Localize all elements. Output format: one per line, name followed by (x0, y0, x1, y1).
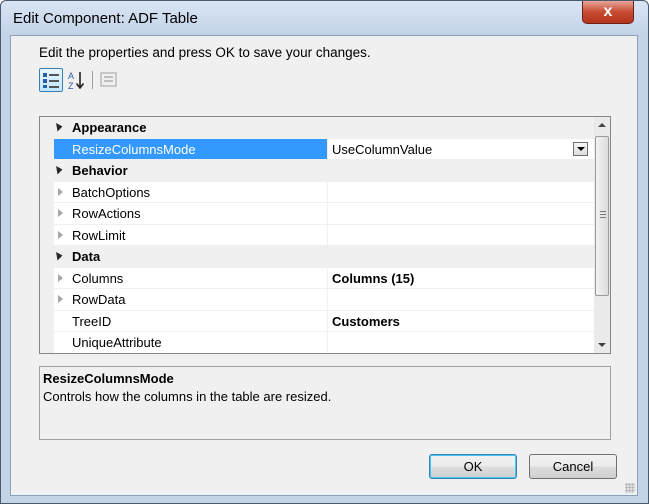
property-row[interactable]: TreeID Customers (40, 310, 594, 332)
property-name: UniqueAttribute (72, 335, 162, 350)
property-name: RowActions (72, 206, 141, 221)
categorized-icon (43, 73, 59, 88)
category-label: Behavior (72, 163, 128, 178)
close-button[interactable]: x (582, 1, 634, 24)
description-panel: ResizeColumnsMode Controls how the colum… (39, 366, 611, 440)
category-row[interactable]: Data (40, 246, 594, 268)
category-label: Appearance (72, 120, 147, 135)
property-row[interactable]: ResizeColumnsMode UseColumnValue (40, 138, 594, 160)
property-name: RowData (72, 292, 126, 307)
toolbar-separator (92, 71, 93, 89)
scrollbar-thumb[interactable] (595, 136, 609, 296)
property-value-cell[interactable] (328, 289, 594, 311)
grip-line (600, 214, 606, 215)
cancel-button[interactable]: Cancel (529, 454, 617, 479)
expand-arrow-icon[interactable] (58, 230, 63, 239)
description-text: Controls how the columns in the table ar… (43, 389, 332, 404)
description-title: ResizeColumnsMode (43, 371, 174, 386)
property-name-cell[interactable]: RowActions (54, 203, 328, 225)
collapse-arrow-icon[interactable] (52, 250, 63, 261)
property-value-cell[interactable]: Columns (15) (328, 268, 594, 289)
row-indent (40, 289, 54, 311)
grip-line (600, 217, 606, 218)
svg-text:Z: Z (68, 81, 74, 91)
property-row[interactable]: BatchOptions (40, 181, 594, 203)
property-grid[interactable]: Appearance ResizeColumnsMode UseColumnValu… (39, 116, 611, 354)
sort-az-icon: A Z (68, 71, 85, 91)
property-value-cell[interactable] (328, 225, 594, 246)
svg-text:A: A (68, 71, 74, 81)
row-indent (40, 181, 54, 203)
expand-arrow-icon[interactable] (58, 187, 63, 196)
ok-button[interactable]: OK (429, 454, 517, 479)
title-bar[interactable]: Edit Component: ADF Table x (1, 1, 648, 35)
window-title: Edit Component: ADF Table (13, 10, 198, 27)
dialog-window: Edit Component: ADF Table x Edit the pro… (0, 0, 649, 504)
property-name-cell[interactable]: UniqueAttribute (54, 332, 328, 353)
property-name: TreeID (72, 313, 112, 329)
vertical-scrollbar[interactable] (594, 117, 610, 353)
property-name: BatchOptions (72, 184, 151, 200)
alphabetical-view-button[interactable]: A Z (65, 68, 89, 92)
scroll-up-arrow-icon[interactable] (598, 123, 606, 127)
property-row[interactable]: RowData (40, 289, 594, 311)
property-row[interactable]: UniqueAttribute (40, 332, 594, 353)
property-name-cell[interactable]: BatchOptions (54, 181, 328, 203)
property-name: ResizeColumnsMode (72, 141, 196, 157)
categorized-view-button[interactable] (39, 68, 63, 92)
category-row[interactable]: Appearance (40, 117, 594, 139)
property-name-cell[interactable]: Columns (54, 267, 328, 289)
collapse-arrow-icon[interactable] (52, 164, 63, 175)
collapse-arrow-icon[interactable] (52, 121, 63, 132)
expand-arrow-icon[interactable] (58, 209, 63, 217)
dialog-body: Edit the properties and press OK to save… (10, 35, 638, 496)
property-value: Customers (332, 313, 400, 329)
property-name-cell[interactable]: RowLimit (54, 224, 328, 246)
expand-arrow-icon[interactable] (58, 273, 63, 282)
row-indent (40, 224, 54, 246)
close-icon: x (603, 3, 613, 20)
property-row[interactable]: Columns Columns (15) (40, 267, 594, 289)
property-row[interactable]: RowLimit (40, 224, 594, 246)
property-value: Columns (15) (332, 270, 415, 286)
row-indent (40, 203, 54, 225)
property-pages-button[interactable] (97, 68, 121, 92)
property-value-cell[interactable] (328, 203, 594, 225)
property-name: Columns (72, 270, 124, 286)
property-name-cell[interactable]: ResizeColumnsMode (54, 138, 328, 160)
grip-line (600, 211, 606, 212)
row-indent (40, 267, 54, 289)
row-indent (40, 138, 54, 160)
property-name-cell[interactable]: TreeID (54, 310, 328, 332)
property-row[interactable]: RowActions (40, 203, 594, 225)
instructions-text: Edit the properties and press OK to save… (39, 45, 371, 60)
row-indent (40, 332, 54, 353)
expand-arrow-icon[interactable] (58, 295, 63, 303)
scroll-down-arrow-icon[interactable] (598, 343, 606, 347)
property-name: RowLimit (72, 227, 126, 243)
dropdown-arrow-icon[interactable] (573, 141, 588, 156)
property-pages-icon (100, 72, 117, 87)
category-row[interactable]: Behavior (40, 160, 594, 182)
property-value-cell[interactable] (328, 182, 594, 203)
property-name-cell[interactable]: RowData (54, 289, 328, 311)
category-label: Data (72, 249, 101, 264)
property-value-cell[interactable]: UseColumnValue (328, 139, 594, 160)
property-value-cell[interactable]: Customers (328, 311, 594, 332)
row-indent (40, 310, 54, 332)
property-value: UseColumnValue (332, 141, 433, 157)
resize-grip[interactable] (625, 483, 635, 493)
property-value-cell[interactable] (328, 332, 594, 353)
